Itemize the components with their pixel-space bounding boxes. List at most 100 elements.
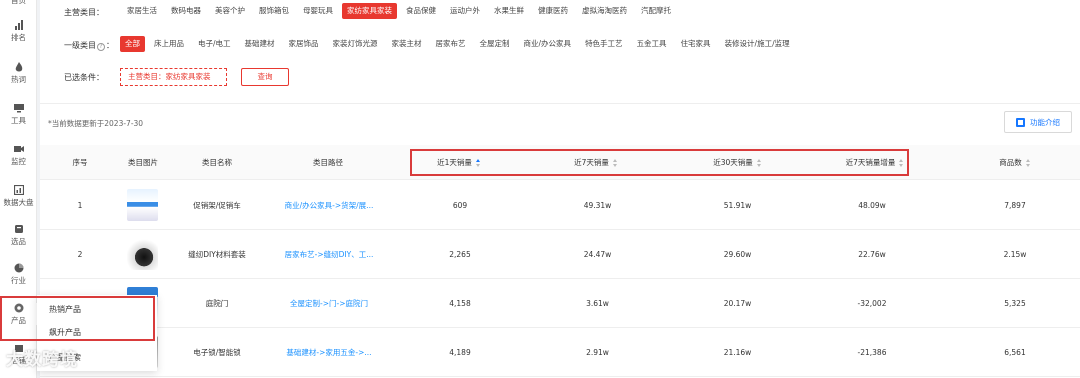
cell-sales-7d-increase: 22.76w [858,250,886,259]
cell-sales-30d: 20.17w [723,299,752,308]
cell-sales-7d: 2.91w [586,348,609,357]
table-row[interactable]: 1 促销架/促销车 商业/办公家具->货架/展... 609 49.31w 51… [40,181,1080,230]
level1-chip[interactable]: 基础建材 [240,36,280,52]
cell-sales-1d: 2,265 [449,250,471,259]
feature-intro-button[interactable]: 功能介绍 [1004,111,1072,133]
level1-chip[interactable]: 五金工具 [632,36,672,52]
cell-index: 2 [77,250,83,259]
cell-index: 1 [77,201,83,210]
main-category-chip[interactable]: 虚拟海淘医药 [577,3,632,19]
cell-sales-1d: 4,189 [449,348,471,357]
bar-chart-icon [14,20,24,30]
cell-sales-7d: 49.31w [583,201,612,210]
level1-chip[interactable]: 床上用品 [149,36,189,52]
cell-name: 电子锁/智能锁 [193,348,241,357]
sidebar-item-label: 首页 [11,0,26,5]
cell-sales-30d: 21.16w [723,348,752,357]
level1-chip[interactable]: 全屋定制 [475,36,515,52]
sidebar-item-label: 行业 [11,276,26,285]
product-menu-highlight [0,296,155,341]
level1-chip-active[interactable]: 全部 [120,36,145,52]
col-header-name: 类目名称 [202,158,232,167]
main-category-chip[interactable]: 美容个护 [210,3,250,19]
category-image [127,238,158,270]
query-button[interactable]: 查询 [241,68,289,86]
sales-columns-highlight [410,149,909,176]
level1-chip[interactable]: 家装主材 [387,36,427,52]
main-category-label: 主营类目： [64,8,104,17]
sidebar-item-label: 工具 [11,116,26,125]
sidebar-item-label: 数据大盘 [3,198,34,207]
main-category-chip[interactable]: 汽配摩托 [636,3,676,19]
cell-path-link[interactable]: 居家布艺->缝纫DIY、工... [274,230,384,279]
sidebar-item-label: 排名 [11,33,26,42]
cell-sales-7d: 3.61w [586,299,609,308]
main-panel: 主营类目： 家居生活 数码电器 美容个护 服饰箱包 母婴玩具 家纺家具家装 食品… [40,0,1080,378]
sidebar-item-label: 选品 [11,237,26,246]
cell-name: 庭院门 [205,299,229,308]
level1-chip[interactable]: 特色手工艺 [580,36,628,52]
watermark-logo: 大数跨境 [6,350,78,370]
main-category-chip[interactable]: 食品保健 [401,3,441,19]
table-row[interactable]: 2 缝纫DIY材料套装 居家布艺->缝纫DIY、工... 2,265 24.47… [40,230,1080,279]
level1-chip[interactable]: 电子/电工 [193,36,236,52]
sidebar-item-home[interactable]: 首页 [0,0,37,5]
cell-products: 5,325 [1004,299,1026,308]
main-category-chip-active[interactable]: 家纺家具家装 [342,3,397,19]
cell-products: 6,561 [1004,348,1026,357]
col-header-path: 类目路径 [313,158,343,167]
level1-chip[interactable]: 家装灯饰光源 [328,36,383,52]
level1-chip[interactable]: 居家布艺 [431,36,471,52]
main-category-chip[interactable]: 健康医药 [533,3,573,19]
monitor-icon [13,103,24,113]
camera-icon [13,144,24,154]
level1-label-text: 一级类目 [64,41,96,50]
cell-products: 2.15w [1003,250,1027,259]
level1-category-chips: 全部 床上用品 电子/电工 基础建材 家居饰品 家装灯饰光源 家装主材 居家布艺… [120,36,799,52]
flame-icon [14,62,24,72]
cell-sales-7d-increase: -32,002 [857,299,887,308]
level1-chip[interactable]: 住宅家具 [676,36,716,52]
level1-chip[interactable]: 商业/办公家具 [519,36,577,52]
sidebar-item-dashboard[interactable]: 数据大盘 [0,184,37,207]
box-icon [14,224,24,234]
cell-sales-30d: 29.60w [723,250,752,259]
table-row[interactable]: 3 庭院门 全屋定制->门->庭院门 4,158 3.61w 20.17w -3… [40,279,1080,328]
category-image [127,189,158,221]
level1-category-label: 一级类目?： [64,41,114,51]
main-category-chip[interactable]: 数码电器 [166,3,206,19]
table-row[interactable]: 4 电子锁/智能锁 基础建材->家用五金->... 4,189 2.91w 21… [40,328,1080,377]
main-category-chip[interactable]: 水果生鲜 [489,3,529,19]
help-icon[interactable]: ? [97,43,105,51]
sidebar-item-monitor[interactable]: 监控 [0,144,37,166]
main-category-chip[interactable]: 运动户外 [445,3,485,19]
level1-chip[interactable]: 装修设计/施工/监理 [720,36,795,52]
main-category-chip[interactable]: 服饰箱包 [254,3,294,19]
selected-condition-tag[interactable]: 主营类目：家纺家具家装 [120,68,227,86]
col-header-products[interactable]: 商品数 [985,145,1045,180]
col-header-index: 序号 [72,158,88,167]
sidebar-item-ranking[interactable]: 排名 [0,20,37,42]
info-icon [1016,117,1025,127]
cell-path-link[interactable]: 基础建材->家用五金->... [274,328,384,377]
cell-sales-7d: 24.47w [583,250,612,259]
sidebar-item-label: 监控 [11,157,26,166]
selected-conditions-label: 已选条件： [64,73,104,82]
level1-chip[interactable]: 家居饰品 [284,36,324,52]
sidebar-item-tools[interactable]: 工具 [0,103,37,125]
sidebar-item-hotwords[interactable]: 热词 [0,62,37,84]
main-category-chip[interactable]: 母婴玩具 [298,3,338,19]
cell-products: 7,897 [1004,201,1026,210]
cell-path-link[interactable]: 全屋定制->门->庭院门 [274,279,384,328]
col-header-image: 类目图片 [128,158,158,167]
sidebar-item-selection[interactable]: 选品 [0,224,37,246]
cell-sales-1d: 609 [452,201,468,210]
sort-icon[interactable] [1025,159,1031,167]
cell-path-link[interactable]: 商业/办公家具->货架/展... [274,181,384,230]
main-category-chip[interactable]: 家居生活 [122,3,162,19]
sidebar-item-industry[interactable]: 行业 [0,263,37,285]
sidebar-item-label: 热词 [11,75,26,84]
cell-name: 缝纫DIY材料套装 [188,250,246,259]
divider [40,103,1080,104]
feature-intro-label: 功能介绍 [1030,117,1060,127]
